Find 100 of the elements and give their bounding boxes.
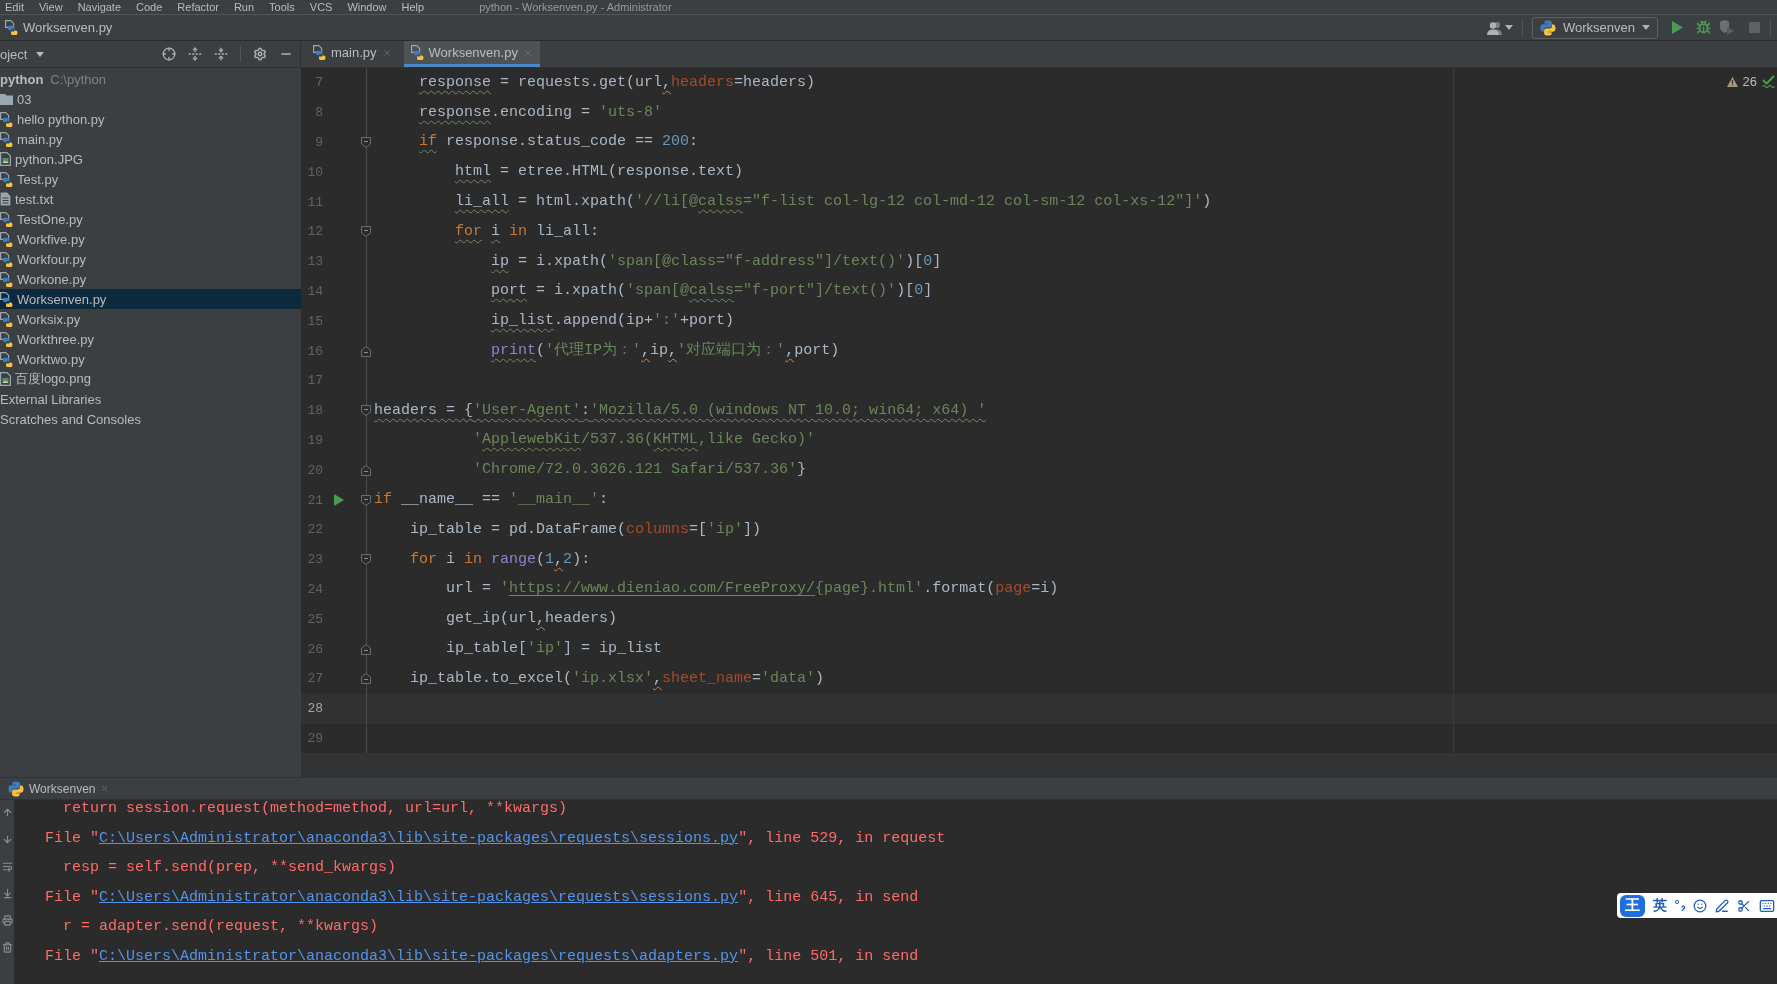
fold-icon[interactable] (361, 226, 371, 238)
wrap-icon[interactable] (1, 861, 13, 872)
play-icon[interactable] (334, 494, 344, 507)
script-file-icon (410, 45, 424, 60)
fold-icon[interactable] (361, 494, 371, 506)
code-line: li_all = html.xpath('//li[@calss="f-list col-lg-12 col-md-12 col-sm-12 col-xs-12"]') (455, 192, 1212, 213)
line-number: 27 (306, 671, 323, 687)
script-file-icon (0, 311, 13, 327)
menu-item[interactable]: Refactor (177, 0, 219, 14)
menu-item[interactable]: Tools (269, 0, 295, 14)
warning-icon (1726, 76, 1738, 87)
tree-item[interactable]: python.JPG (0, 149, 83, 169)
run-configuration-dropdown[interactable]: Worksenven (1532, 16, 1658, 39)
script-file-icon (0, 351, 13, 367)
tree-item[interactable]: TestOne.py (0, 209, 83, 229)
scissors-icon[interactable] (1737, 898, 1751, 913)
run-tab[interactable]: Worksenven (6, 778, 115, 799)
console-line: File "C:\Users\Administrator\anaconda3\lib\site-packages\requests\sessions.py", line 645, in send (45, 888, 919, 908)
code-line: response = requests.get(url,headers=headers) (419, 72, 816, 93)
tree-item[interactable]: Worktwo.py (0, 349, 85, 369)
code-line: 'Chrome/72.0.3626.121 Safari/537.36'} (473, 460, 807, 481)
file-link[interactable]: C:\Users\Administrator\anaconda3\lib\site-packages\requests\sessions.py (99, 888, 739, 906)
tree-item[interactable]: Workthree.py (0, 329, 95, 349)
crosshair-icon[interactable] (162, 47, 176, 61)
line-number: 9 (314, 135, 323, 150)
collapse-all-icon[interactable] (214, 47, 228, 61)
code-line: 'ApplewebKit/537.36(KHTML,like Gecko)' (473, 430, 816, 451)
tree-item[interactable]: Scratches and Consoles (0, 409, 141, 429)
trash-icon[interactable] (1, 942, 13, 953)
script-file-icon (0, 231, 13, 247)
menu-item[interactable]: View (38, 0, 63, 14)
tree-item[interactable]: Workfive.py (0, 229, 85, 249)
file-tab[interactable]: main.py (310, 41, 399, 67)
scroll-to-end-icon[interactable] (1, 888, 13, 899)
code-line: print('代理IP为：',ip,'对应端口为：',port) (491, 340, 840, 362)
line-number: 23 (306, 552, 323, 568)
arrow-down-icon[interactable] (1, 834, 13, 845)
tree-item[interactable]: Test.py (0, 169, 59, 189)
line-number: 18 (306, 403, 323, 419)
tree-item[interactable]: External Libraries (0, 389, 102, 409)
project-view-dropdown[interactable]: oject (0, 46, 45, 62)
menu-item[interactable]: Navigate (77, 0, 122, 14)
fold-icon[interactable] (361, 643, 371, 655)
tree-item[interactable]: hello python.py (0, 109, 105, 129)
tree-item[interactable]: Workone.py (0, 269, 87, 289)
code-line: html = etree.HTML(response.text) (455, 162, 744, 183)
tree-item[interactable]: 03 (0, 89, 32, 109)
fold-icon[interactable] (361, 464, 371, 476)
fold-icon[interactable] (361, 673, 371, 685)
punctuation-icon[interactable] (1675, 900, 1685, 911)
file-tab[interactable]: Worksenven.py (403, 41, 540, 67)
file-link[interactable]: C:\Users\Administrator\anaconda3\lib\site-packages\requests\adapters.py (99, 947, 739, 965)
menu-item[interactable]: Run (233, 0, 255, 14)
check-icon (1762, 75, 1775, 88)
script-file-icon (0, 251, 13, 267)
code-line: ip_list.append(ip+':'+port) (491, 311, 735, 332)
code-line: ip_table = pd.DataFrame(columns=['ip']) (410, 519, 762, 540)
tree-item[interactable]: main.py (0, 129, 63, 149)
printer-icon[interactable] (1, 915, 13, 926)
menu-item[interactable]: Code (136, 0, 163, 14)
settings-icon[interactable] (253, 47, 267, 61)
bug-icon[interactable] (1696, 20, 1711, 35)
script-file-icon (0, 331, 13, 347)
fold-icon[interactable] (361, 345, 371, 357)
tree-item[interactable]: 百度logo.png (0, 369, 91, 389)
console-line: return session.request(method=method, url=url, **kwargs) (63, 800, 568, 819)
menu-item[interactable]: VCS (309, 0, 333, 14)
fold-icon[interactable] (361, 137, 371, 148)
expand-all-icon[interactable] (188, 47, 202, 61)
input-mode-toggle[interactable]: 英 (1653, 896, 1667, 915)
line-number: 17 (306, 373, 323, 389)
pen-icon[interactable] (1715, 898, 1729, 913)
script-icon (1540, 19, 1556, 36)
tree-item[interactable]: python C:\python (0, 69, 106, 89)
tree-item[interactable]: Worksix.py (0, 309, 81, 329)
line-number: 14 (306, 283, 323, 299)
script-file-icon (0, 291, 13, 307)
line-number: 10 (306, 164, 323, 180)
menu-item[interactable]: Edit (5, 0, 24, 14)
code-line: ip_table.to_excel('ip.xlsx',sheet_name='data') (410, 668, 825, 689)
fold-icon[interactable] (361, 554, 371, 566)
line-number: 11 (306, 194, 323, 210)
code-line: if __name__ == '__main__': (374, 490, 609, 511)
tree-item[interactable]: test.txt (0, 189, 54, 209)
line-number: 21 (306, 492, 323, 508)
code-line: ip_table['ip'] = ip_list (446, 639, 663, 660)
tree-item[interactable]: Workfour.py (0, 249, 87, 269)
people-icon[interactable] (1487, 20, 1502, 35)
file-link[interactable]: C:\Users\Administrator\anaconda3\lib\site-packages\requests\sessions.py (99, 829, 739, 847)
fold-icon[interactable] (361, 405, 371, 417)
code-line: ip = i.xpath('span[@class="f-address"]/text()')[0] (491, 251, 942, 272)
play-icon[interactable] (1672, 21, 1683, 34)
menu-item[interactable]: Help (401, 0, 425, 14)
smiley-icon[interactable] (1693, 898, 1707, 913)
keyboard-icon[interactable] (1759, 897, 1775, 914)
breadcrumb-item[interactable]: Worksenven.py (5, 20, 113, 35)
menu-item[interactable]: Window (347, 0, 387, 14)
arrow-up-icon[interactable] (1, 807, 13, 818)
tree-item[interactable]: Worksenven.py (0, 289, 301, 309)
code-line: url = 'https://www.dieniao.com/FreeProxy/{page}.html'.format(page=i) (446, 579, 1059, 600)
